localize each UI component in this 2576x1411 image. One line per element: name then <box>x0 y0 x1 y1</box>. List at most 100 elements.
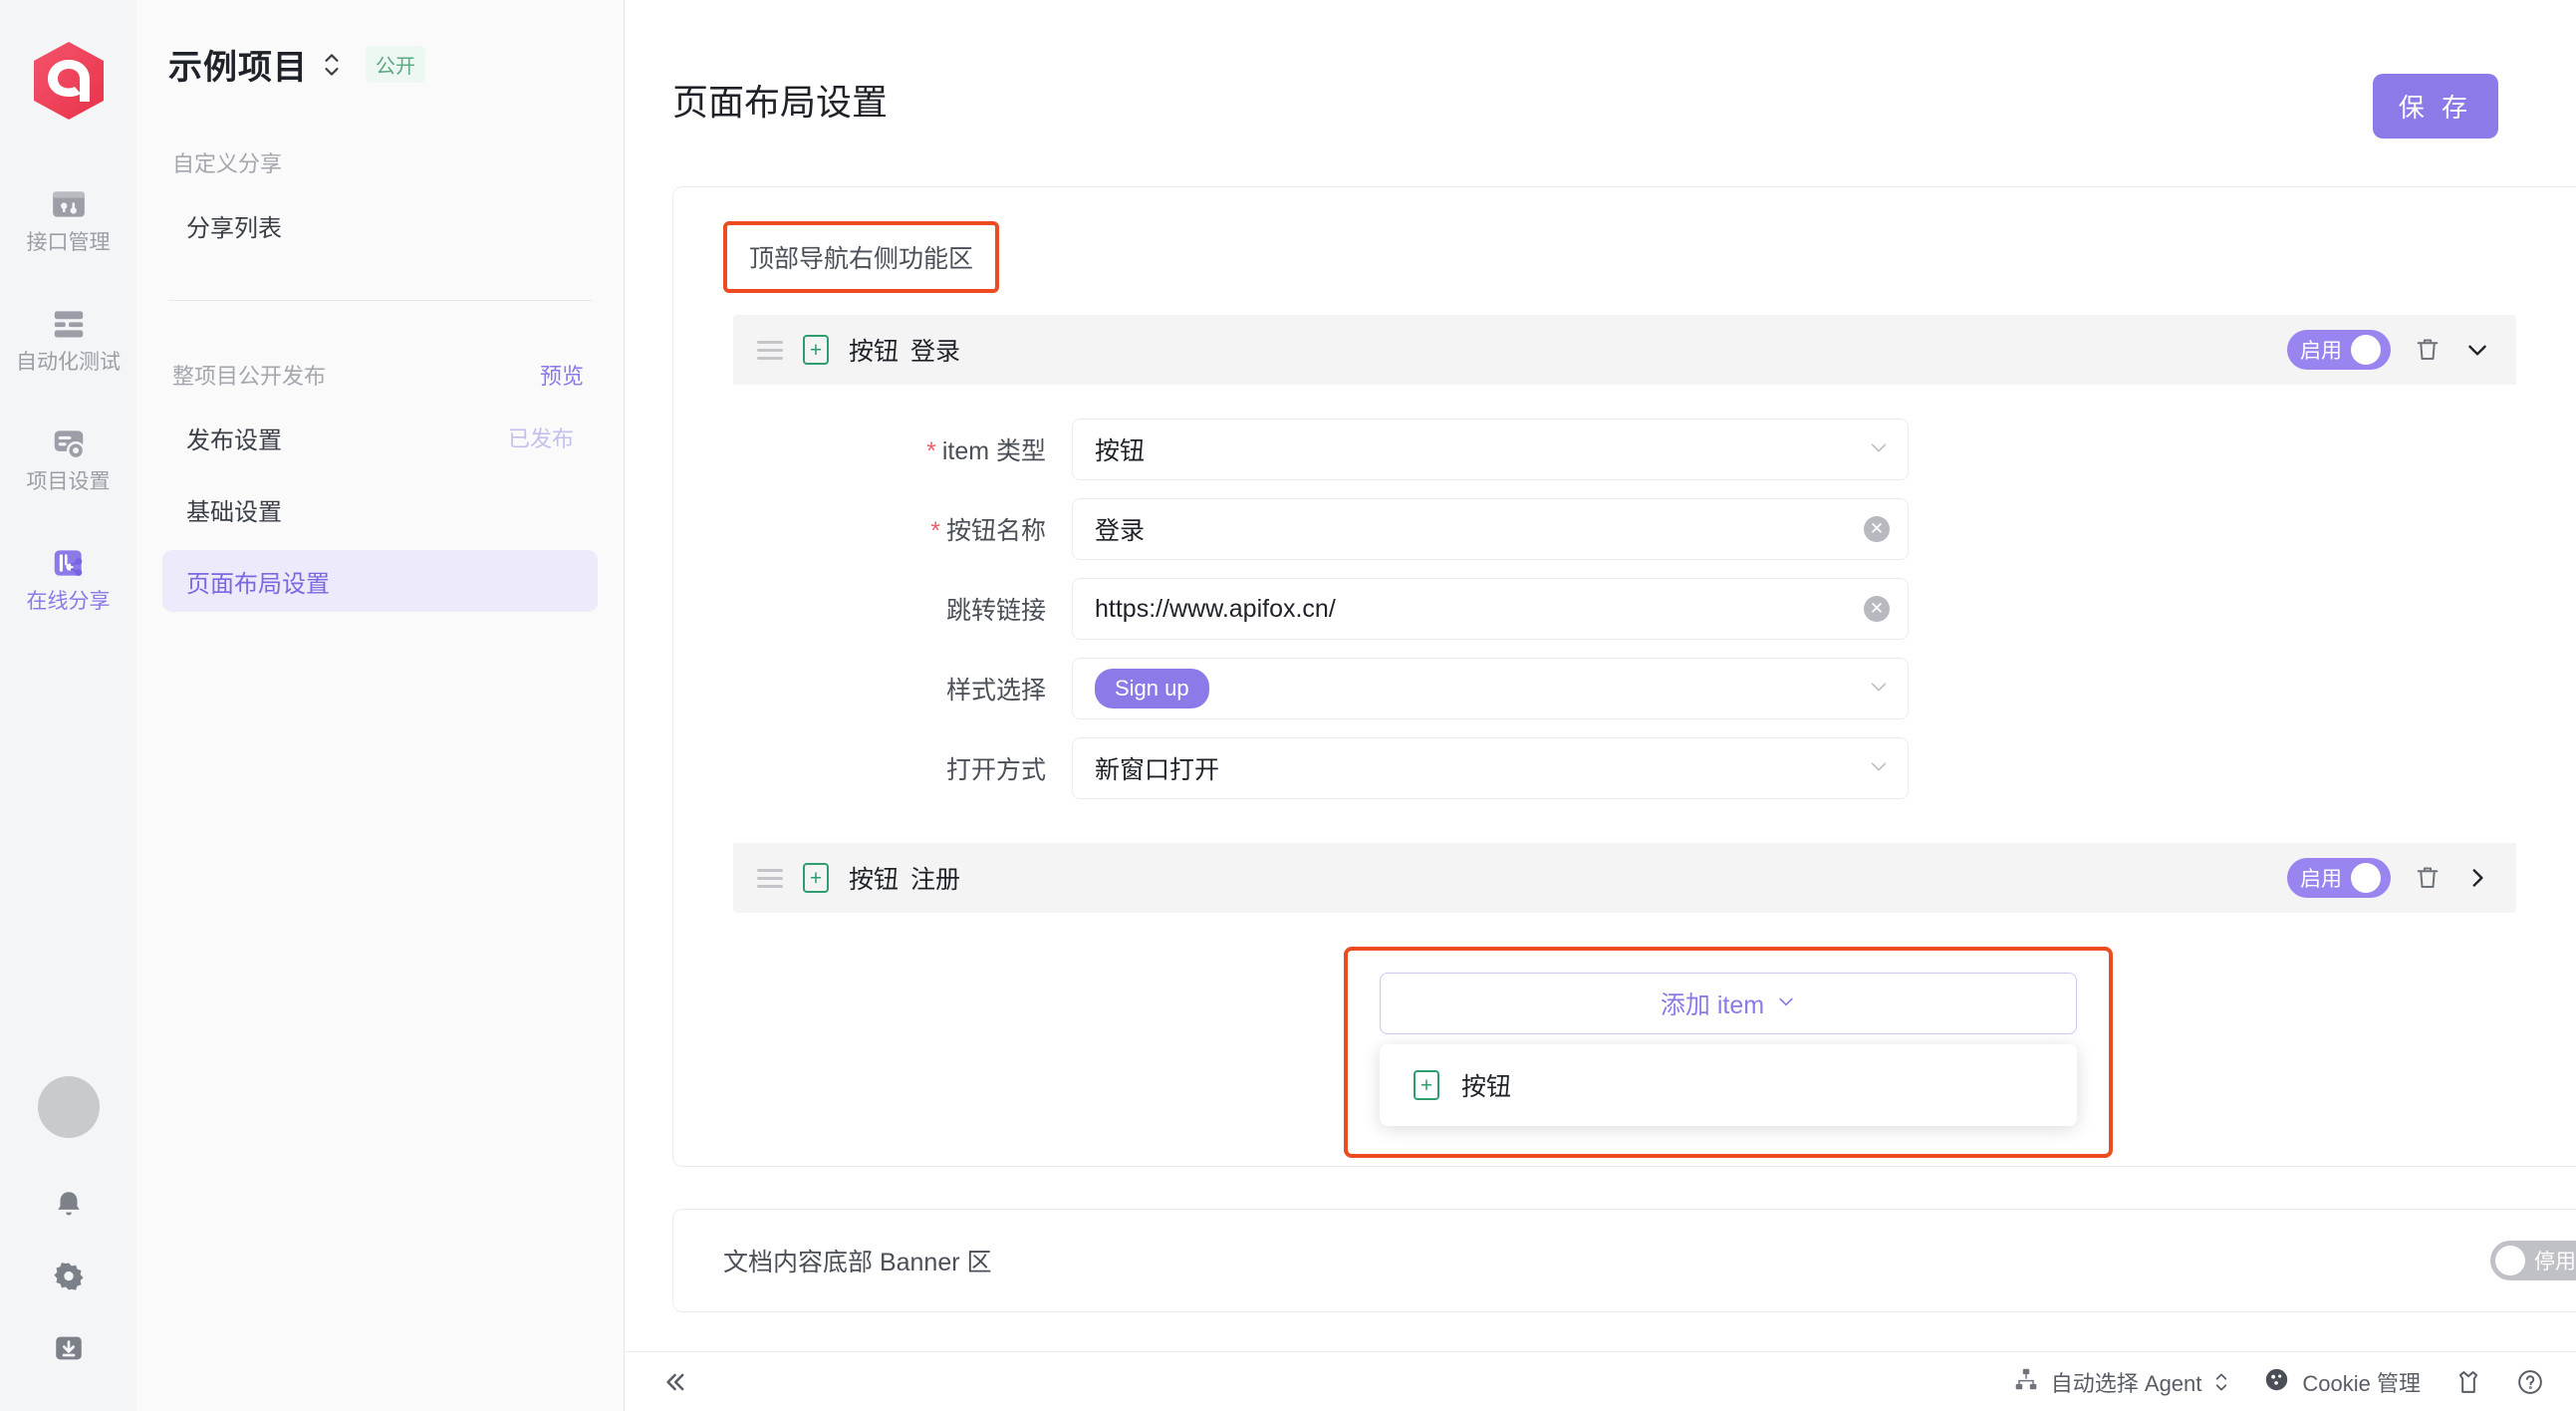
button-type-icon: + <box>1414 1070 1439 1100</box>
collapse-left-icon[interactable] <box>660 1368 688 1396</box>
item-row-header-login[interactable]: + 按钮登录 启用 <box>733 315 2516 385</box>
item-type-label: 按钮 <box>849 338 899 366</box>
item-type-select[interactable]: 按钮 <box>1072 419 1909 480</box>
cookie-manager[interactable]: Cookie 管理 <box>2263 1366 2421 1398</box>
sidebar-item-page-layout-settings[interactable]: 页面布局设置 <box>162 550 598 612</box>
banner-title: 文档内容底部 Banner 区 <box>723 1243 992 1278</box>
item-type-label: 按钮 <box>849 866 899 894</box>
chevron-down-icon <box>1868 676 1890 703</box>
sidebar-item-project-settings[interactable]: 项目设置 <box>0 409 136 502</box>
sidebar-item-automation-test[interactable]: 自动化测试 <box>0 289 136 383</box>
delete-icon[interactable] <box>2413 863 2443 893</box>
add-item-area: 添加 item + 按钮 <box>703 973 2576 1126</box>
field-value: 按钮 <box>1095 431 1145 467</box>
apifox-logo[interactable] <box>28 40 110 122</box>
agent-selector[interactable]: 自动选择 Agent <box>2013 1366 2230 1398</box>
chevron-down-icon <box>1776 989 1796 1018</box>
field-label: 跳转链接 <box>733 591 1072 627</box>
footer-right: 自动选择 Agent <box>2013 1366 2544 1398</box>
section-label: 整项目公开发布 <box>172 359 326 391</box>
cookie-label: Cookie 管理 <box>2302 1366 2421 1398</box>
item-list: + 按钮登录 启用 <box>733 315 2516 913</box>
agent-icon <box>2013 1366 2039 1397</box>
clear-icon[interactable]: ✕ <box>1864 596 1890 622</box>
save-button[interactable]: 保 存 <box>2373 74 2498 139</box>
api-manage-icon <box>48 183 90 225</box>
drag-handle-icon[interactable] <box>757 341 783 360</box>
delete-icon[interactable] <box>2413 335 2443 365</box>
required-marker: * <box>930 517 940 545</box>
download-icon[interactable] <box>46 1325 92 1371</box>
public-publish-section: 整项目公开发布 预览 发布设置 已发布 基础设置 页面布局设置 <box>136 353 624 612</box>
toggle-label: 停用 <box>2534 1246 2576 1275</box>
sidebar-item-label: 在线分享 <box>27 591 111 612</box>
section-card: 顶部导航右侧功能区 + 按钮登录 启用 <box>672 186 2576 1167</box>
link-input[interactable]: https://www.apifox.cn/ ✕ <box>1072 578 1909 640</box>
custom-share-title: 自定义分享 <box>136 141 624 184</box>
chevron-up-down-icon <box>2213 1370 2229 1394</box>
help-icon[interactable] <box>2516 1368 2544 1396</box>
theme-icon[interactable] <box>2454 1368 2482 1396</box>
sidebar-item-publish-settings[interactable]: 发布设置 已发布 <box>162 407 598 468</box>
field-label-text: item 类型 <box>942 437 1046 465</box>
item-title: 按钮登录 <box>849 332 960 368</box>
project-settings-icon <box>48 423 90 464</box>
toggle-knob <box>2351 335 2381 365</box>
bottom-banner-card: 文档内容底部 Banner 区 停用 <box>672 1209 2576 1312</box>
drag-handle-icon[interactable] <box>757 869 783 888</box>
field-label-text: 样式选择 <box>946 677 1046 705</box>
primary-nav-rail: 接口管理 自动化测试 <box>0 0 136 1411</box>
form-row-open-mode: 打开方式 新窗口打开 <box>733 737 2516 799</box>
item-row-left: + 按钮登录 <box>757 332 960 368</box>
field-value: 登录 <box>1095 511 1145 547</box>
item-row-header-register[interactable]: + 按钮注册 启用 <box>733 843 2516 913</box>
sidebar-item-label: 自动化测试 <box>16 352 121 373</box>
page-title: 页面布局设置 <box>672 74 888 126</box>
banner-enable-toggle[interactable]: 停用 <box>2490 1241 2576 1280</box>
sidebar-item-share-list[interactable]: 分享列表 <box>162 194 598 256</box>
sidebar-item-label: 页面布局设置 <box>186 564 330 599</box>
sidebar-item-online-share[interactable]: 在线分享 <box>0 528 136 622</box>
avatar[interactable] <box>38 1076 100 1138</box>
section-label: 自定义分享 <box>172 146 282 178</box>
add-item-dropdown: + 按钮 <box>1380 1044 2077 1126</box>
gear-icon[interactable] <box>46 1254 92 1299</box>
style-select[interactable]: Sign up <box>1072 658 1909 719</box>
field-label-text: 打开方式 <box>946 756 1046 784</box>
sidebar-item-label: 接口管理 <box>27 232 111 253</box>
chevron-down-icon <box>1868 755 1890 782</box>
item-row-right: 启用 <box>2287 330 2490 370</box>
automation-test-icon <box>48 303 90 345</box>
open-mode-select[interactable]: 新窗口打开 <box>1072 737 1909 799</box>
sidebar-item-meta: 已发布 <box>508 422 574 453</box>
sidebar-item-label: 发布设置 <box>186 421 282 455</box>
field-label-text: 跳转链接 <box>946 597 1046 625</box>
toggle-label: 启用 <box>2300 335 2342 365</box>
clear-icon[interactable]: ✕ <box>1864 516 1890 542</box>
enable-toggle[interactable]: 启用 <box>2287 858 2391 898</box>
item-row-left: + 按钮注册 <box>757 860 960 896</box>
dropdown-option-button[interactable]: + 按钮 <box>1380 1054 2077 1116</box>
button-name-input[interactable]: 登录 ✕ <box>1072 498 1909 560</box>
sidebar-item-label: 分享列表 <box>186 208 282 243</box>
item-name-label: 注册 <box>910 866 960 894</box>
project-sidebar: 示例项目 公开 自定义分享 分享列表 整项目公开发布 预览 <box>136 0 625 1411</box>
preview-link[interactable]: 预览 <box>540 359 584 391</box>
sidebar-divider <box>168 300 592 301</box>
toggle-knob <box>2351 863 2381 893</box>
chevron-up-down-icon[interactable] <box>322 50 342 80</box>
chevron-down-icon <box>1868 436 1890 463</box>
cookie-icon <box>2263 1366 2290 1398</box>
chevron-right-icon[interactable] <box>2464 865 2490 891</box>
section-title: 顶部导航右侧功能区 <box>723 221 999 293</box>
sidebar-item-api-manage[interactable]: 接口管理 <box>0 169 136 263</box>
sidebar-item-basic-settings[interactable]: 基础设置 <box>162 478 598 540</box>
add-item-button[interactable]: 添加 item <box>1380 973 2077 1034</box>
project-name[interactable]: 示例项目 <box>168 40 308 89</box>
form-row-button-name: *按钮名称 登录 ✕ <box>733 498 2516 560</box>
field-label: *按钮名称 <box>733 511 1072 547</box>
bell-icon[interactable] <box>46 1182 92 1228</box>
button-type-icon: + <box>803 863 829 893</box>
chevron-down-icon[interactable] <box>2464 337 2490 363</box>
enable-toggle[interactable]: 启用 <box>2287 330 2391 370</box>
